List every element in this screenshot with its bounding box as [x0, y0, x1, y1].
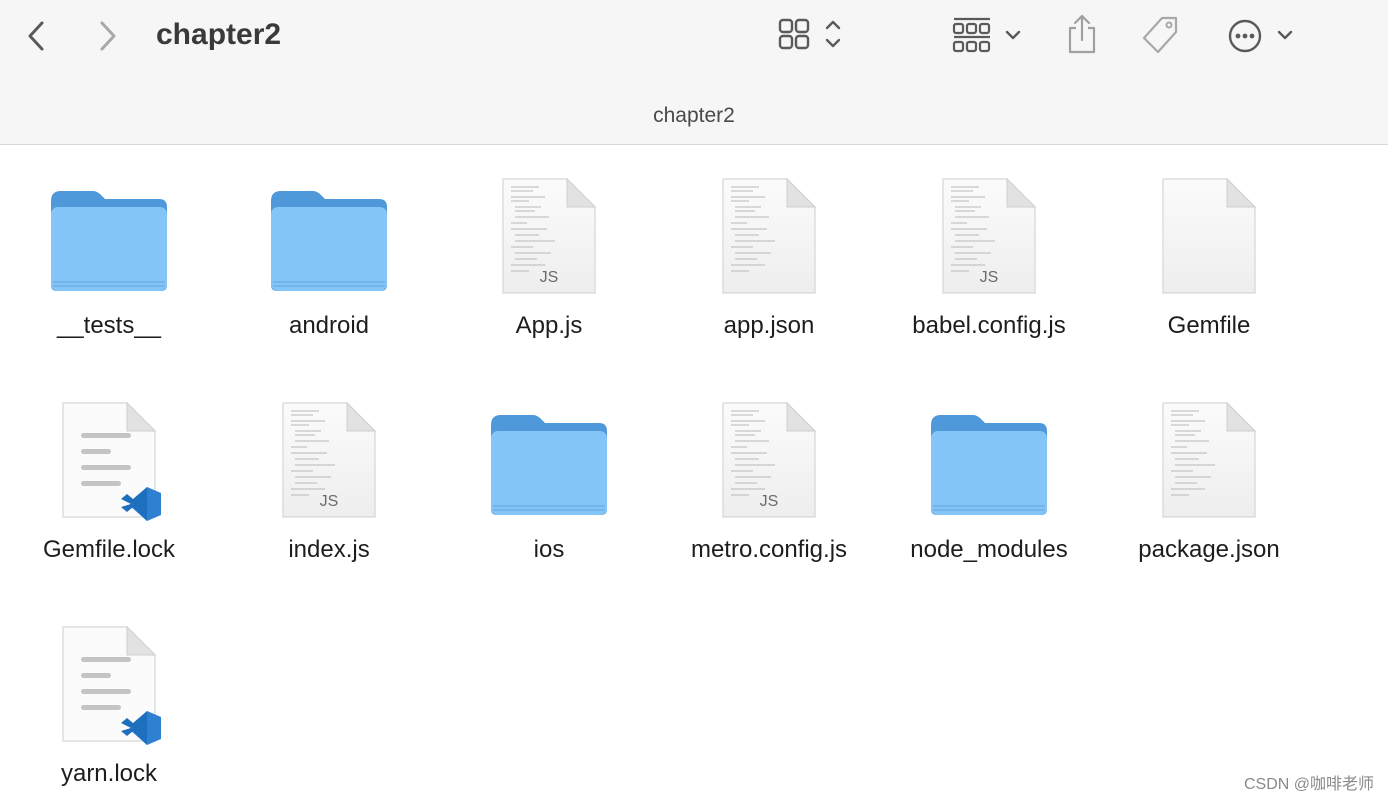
group-by-icon [952, 17, 1021, 53]
javascript-file-icon: JS [709, 399, 829, 523]
view-mode-button[interactable] [774, 16, 848, 56]
folder-icon [929, 399, 1049, 523]
more-actions-button[interactable] [1226, 16, 1300, 56]
file-name-label: yarn.lock [60, 760, 158, 787]
tag-icon [1142, 16, 1178, 54]
file-name-label: Gemfile.lock [42, 536, 176, 563]
share-icon [1068, 14, 1096, 54]
file-name-label: app.json [723, 312, 815, 339]
document-icon [1149, 175, 1269, 299]
file-name-label: ios [533, 536, 565, 563]
folder-item[interactable]: node_modules [879, 369, 1099, 579]
share-button[interactable] [1062, 12, 1102, 56]
svg-text:JS: JS [760, 493, 779, 510]
vscode-document-icon [49, 623, 169, 747]
javascript-file-icon: JS [929, 175, 1049, 299]
file-item[interactable]: Gemfile.lock [0, 369, 219, 579]
watermark: CSDN @咖啡老师 [1243, 776, 1374, 793]
svg-text:JS: JS [540, 269, 559, 286]
file-item[interactable]: yarn.lock [0, 593, 219, 803]
back-button[interactable] [20, 18, 52, 54]
file-name-label: Gemfile [1167, 312, 1251, 339]
svg-text:JS: JS [980, 269, 999, 286]
file-name-label: __tests__ [56, 312, 162, 339]
folder-icon [489, 399, 609, 523]
file-name-label: node_modules [910, 536, 1068, 563]
icon-grid-view-icon [778, 18, 841, 50]
file-item[interactable]: Gemfile [1099, 145, 1319, 355]
vscode-document-icon [49, 399, 169, 523]
folder-item[interactable]: __tests__ [0, 145, 219, 355]
javascript-file-icon: JS [489, 175, 609, 299]
ellipsis-circle-icon [1228, 19, 1293, 53]
file-name-label: App.js [515, 312, 583, 339]
file-item[interactable]: JS App.js [439, 145, 659, 355]
file-name-label: android [288, 312, 370, 339]
folder-icon [269, 175, 389, 299]
finder-toolbar: chapter2 chapter2 [0, 0, 1388, 145]
file-name-label: index.js [288, 536, 370, 563]
file-item[interactable]: app.json [659, 145, 879, 355]
document-icon [709, 175, 829, 299]
file-name-label: babel.config.js [912, 312, 1066, 339]
file-item[interactable]: JS babel.config.js [879, 145, 1099, 355]
chevron-right-icon [100, 21, 116, 51]
document-icon [1149, 399, 1269, 523]
folder-item[interactable]: android [219, 145, 439, 355]
chevron-left-icon [28, 21, 44, 51]
file-name-label: metro.config.js [690, 536, 848, 563]
path-bar-title: chapter2 [653, 104, 735, 127]
tag-button[interactable] [1140, 14, 1182, 58]
svg-text:JS: JS [320, 493, 339, 510]
forward-button[interactable] [92, 18, 124, 54]
folder-item[interactable]: ios [439, 369, 659, 579]
group-by-button[interactable] [950, 16, 1026, 56]
file-grid: __tests__ android JS App.js app.json JS … [0, 145, 1388, 802]
folder-icon [49, 175, 169, 299]
javascript-file-icon: JS [269, 399, 389, 523]
file-item[interactable]: JS index.js [219, 369, 439, 579]
file-name-label: package.json [1138, 536, 1280, 563]
window-title: chapter2 [156, 18, 282, 51]
file-item[interactable]: JS metro.config.js [659, 369, 879, 579]
file-item[interactable]: package.json [1099, 369, 1319, 579]
